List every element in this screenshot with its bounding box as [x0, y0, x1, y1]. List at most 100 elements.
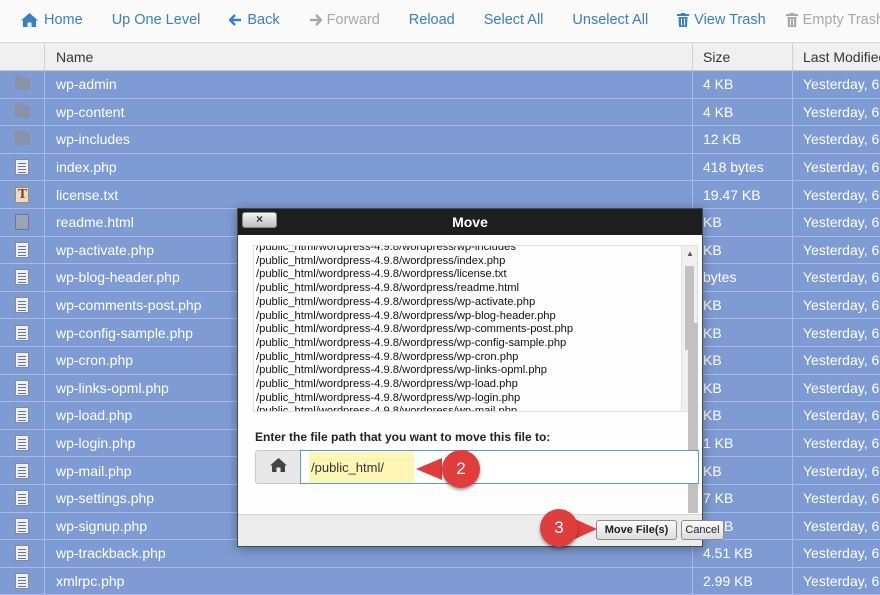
- unselect-all-button[interactable]: Unselect All: [572, 12, 648, 28]
- file-path-item: /public_html/wordpress-4.9.8/wordpress/w…: [256, 364, 547, 377]
- header-last-modified[interactable]: Last Modified: [793, 43, 880, 70]
- row-icon-cell: [0, 153, 45, 181]
- cancel-button[interactable]: Cancel: [681, 520, 724, 540]
- php-icon: [15, 545, 29, 562]
- dialog-scroll-thumb[interactable]: [688, 323, 698, 513]
- close-button[interactable]: ×: [242, 212, 277, 228]
- row-name[interactable]: xmlrpc.php: [45, 567, 693, 595]
- row-size: 12 KB: [693, 126, 793, 153]
- table-row[interactable]: index.php 418 bytes Yesterday, 6:: [0, 153, 880, 182]
- row-modified: Yesterday, 6:: [803, 103, 880, 120]
- row-size: KB: [693, 346, 793, 374]
- row-modified: Yesterday, 6:: [803, 435, 880, 452]
- row-icon-cell: [0, 181, 45, 208]
- row-icon-cell: [0, 291, 45, 319]
- toolbar: Home Up One Level Back Forward Reload Se…: [0, 0, 880, 40]
- row-modified: Yesterday, 6:: [803, 76, 880, 93]
- forward-button[interactable]: Forward: [309, 12, 380, 28]
- row-size: 1 KB: [693, 429, 793, 457]
- row-size: KB: [693, 457, 793, 484]
- php-icon: [15, 572, 29, 589]
- folder-icon: [14, 102, 30, 118]
- file-path-item: /public_html/wordpress-4.9.8/wordpress/l…: [256, 268, 507, 281]
- row-icon-cell: [0, 402, 45, 429]
- row-size: 4 KB: [693, 71, 793, 98]
- row-size: 4 KB: [693, 98, 793, 126]
- file-path-item: /public_html/wordpress-4.9.8/wordpress/w…: [256, 295, 536, 308]
- empty-trash-button[interactable]: Empty Trash: [785, 12, 880, 28]
- table-row[interactable]: license.txt19.47 KB Yesterday, 6:: [0, 181, 880, 209]
- php-icon: [15, 324, 29, 341]
- row-modified: Yesterday, 6:: [803, 297, 880, 314]
- destination-path-input[interactable]: /public_html/: [300, 450, 699, 484]
- row-size: KB: [693, 291, 793, 319]
- php-icon: [15, 241, 29, 258]
- row-modified: Yesterday, 6:: [803, 352, 880, 369]
- row-name[interactable]: wp-includes: [45, 126, 693, 153]
- row-size: 19.47 KB: [693, 181, 793, 208]
- row-modified: Yesterday, 6:: [803, 462, 880, 479]
- row-icon-cell: [0, 484, 45, 512]
- php-icon: [15, 490, 29, 507]
- html-icon: [15, 214, 29, 231]
- table-row[interactable]: wp-includes 12 KB Yesterday, 6:: [0, 126, 880, 154]
- trash-icon: [677, 13, 690, 27]
- row-size: KB: [693, 374, 793, 402]
- move-files-button[interactable]: Move File(s): [596, 520, 677, 540]
- reload-button[interactable]: Reload: [409, 12, 455, 28]
- file-path-item: /public_html/wordpress-4.9.8/wordpress/w…: [256, 405, 518, 412]
- row-icon-cell: [0, 512, 45, 540]
- home-directory-button[interactable]: [255, 450, 300, 484]
- table-row[interactable]: xmlrpc.php 2.99 KB Yesterday, 6:: [0, 567, 880, 595]
- row-name[interactable]: wp-admin: [45, 71, 693, 98]
- reload-label: Reload: [408, 12, 455, 28]
- row-size: KB: [693, 236, 793, 264]
- php-icon: [15, 462, 29, 479]
- php-icon: [15, 407, 29, 424]
- row-modified: Yesterday, 6:: [803, 517, 880, 534]
- home-icon: [20, 12, 39, 28]
- forward-label: Forward: [326, 12, 380, 28]
- row-icon-cell: [0, 98, 45, 126]
- php-icon: [15, 517, 29, 534]
- back-button[interactable]: Back: [229, 12, 280, 28]
- arrow-right-icon: [309, 14, 322, 26]
- file-path-item: /public_html/wordpress-4.9.8/wordpress/r…: [256, 282, 520, 295]
- table-row[interactable]: wp-admin 4 KB Yesterday, 6:: [0, 71, 880, 99]
- row-name[interactable]: license.txt: [45, 181, 693, 208]
- row-name[interactable]: index.php: [45, 153, 693, 181]
- destination-path-value: /public_html/: [309, 451, 414, 483]
- select-all-button[interactable]: Select All: [484, 12, 544, 28]
- view-trash-button[interactable]: View Trash: [677, 12, 766, 28]
- move-dialog: × Move /public_html/wordpress-4.9.8/word…: [237, 208, 703, 547]
- file-path-list: /public_html/wordpress-4.9.8/wordpress/w…: [254, 246, 681, 412]
- file-path-item: /public_html/wordpress-4.9.8/wordpress/i…: [256, 254, 506, 267]
- table-row[interactable]: wp-content 4 KB Yesterday, 6:: [0, 98, 880, 127]
- destination-prompt: Enter the file path that you want to mov…: [255, 430, 551, 444]
- header-size[interactable]: Size: [693, 43, 793, 70]
- file-path-item: /public_html/wordpress-4.9.8/wordpress/w…: [256, 350, 519, 363]
- row-modified: Yesterday, 6:: [803, 379, 880, 396]
- header-name[interactable]: Name: [45, 43, 693, 70]
- select-all-label: Select All: [483, 12, 544, 28]
- home-button[interactable]: Home: [20, 12, 83, 28]
- row-modified: Yesterday, 6:: [803, 131, 880, 148]
- selected-files-list[interactable]: /public_html/wordpress-4.9.8/wordpress/w…: [253, 245, 698, 412]
- php-icon: [15, 379, 29, 396]
- row-modified: Yesterday, 6:: [803, 269, 880, 286]
- txt-icon: [15, 186, 29, 203]
- row-modified: Yesterday, 6:: [803, 241, 880, 258]
- row-name[interactable]: wp-content: [45, 98, 693, 126]
- back-label: Back: [247, 12, 280, 28]
- row-icon-cell: [0, 208, 45, 236]
- step-2-callout: 2: [442, 450, 480, 488]
- row-modified: Yesterday, 6:: [803, 545, 880, 562]
- up-one-level-button[interactable]: Up One Level: [112, 12, 201, 28]
- dialog-titlebar: × Move: [238, 209, 702, 235]
- php-icon: [15, 159, 29, 176]
- row-icon-cell: [0, 374, 45, 402]
- row-icon-cell: [0, 71, 45, 98]
- file-path-item: /public_html/wordpress-4.9.8/wordpress/w…: [256, 309, 556, 322]
- header-icon-column: [0, 43, 45, 70]
- row-modified: Yesterday, 6:: [803, 159, 880, 176]
